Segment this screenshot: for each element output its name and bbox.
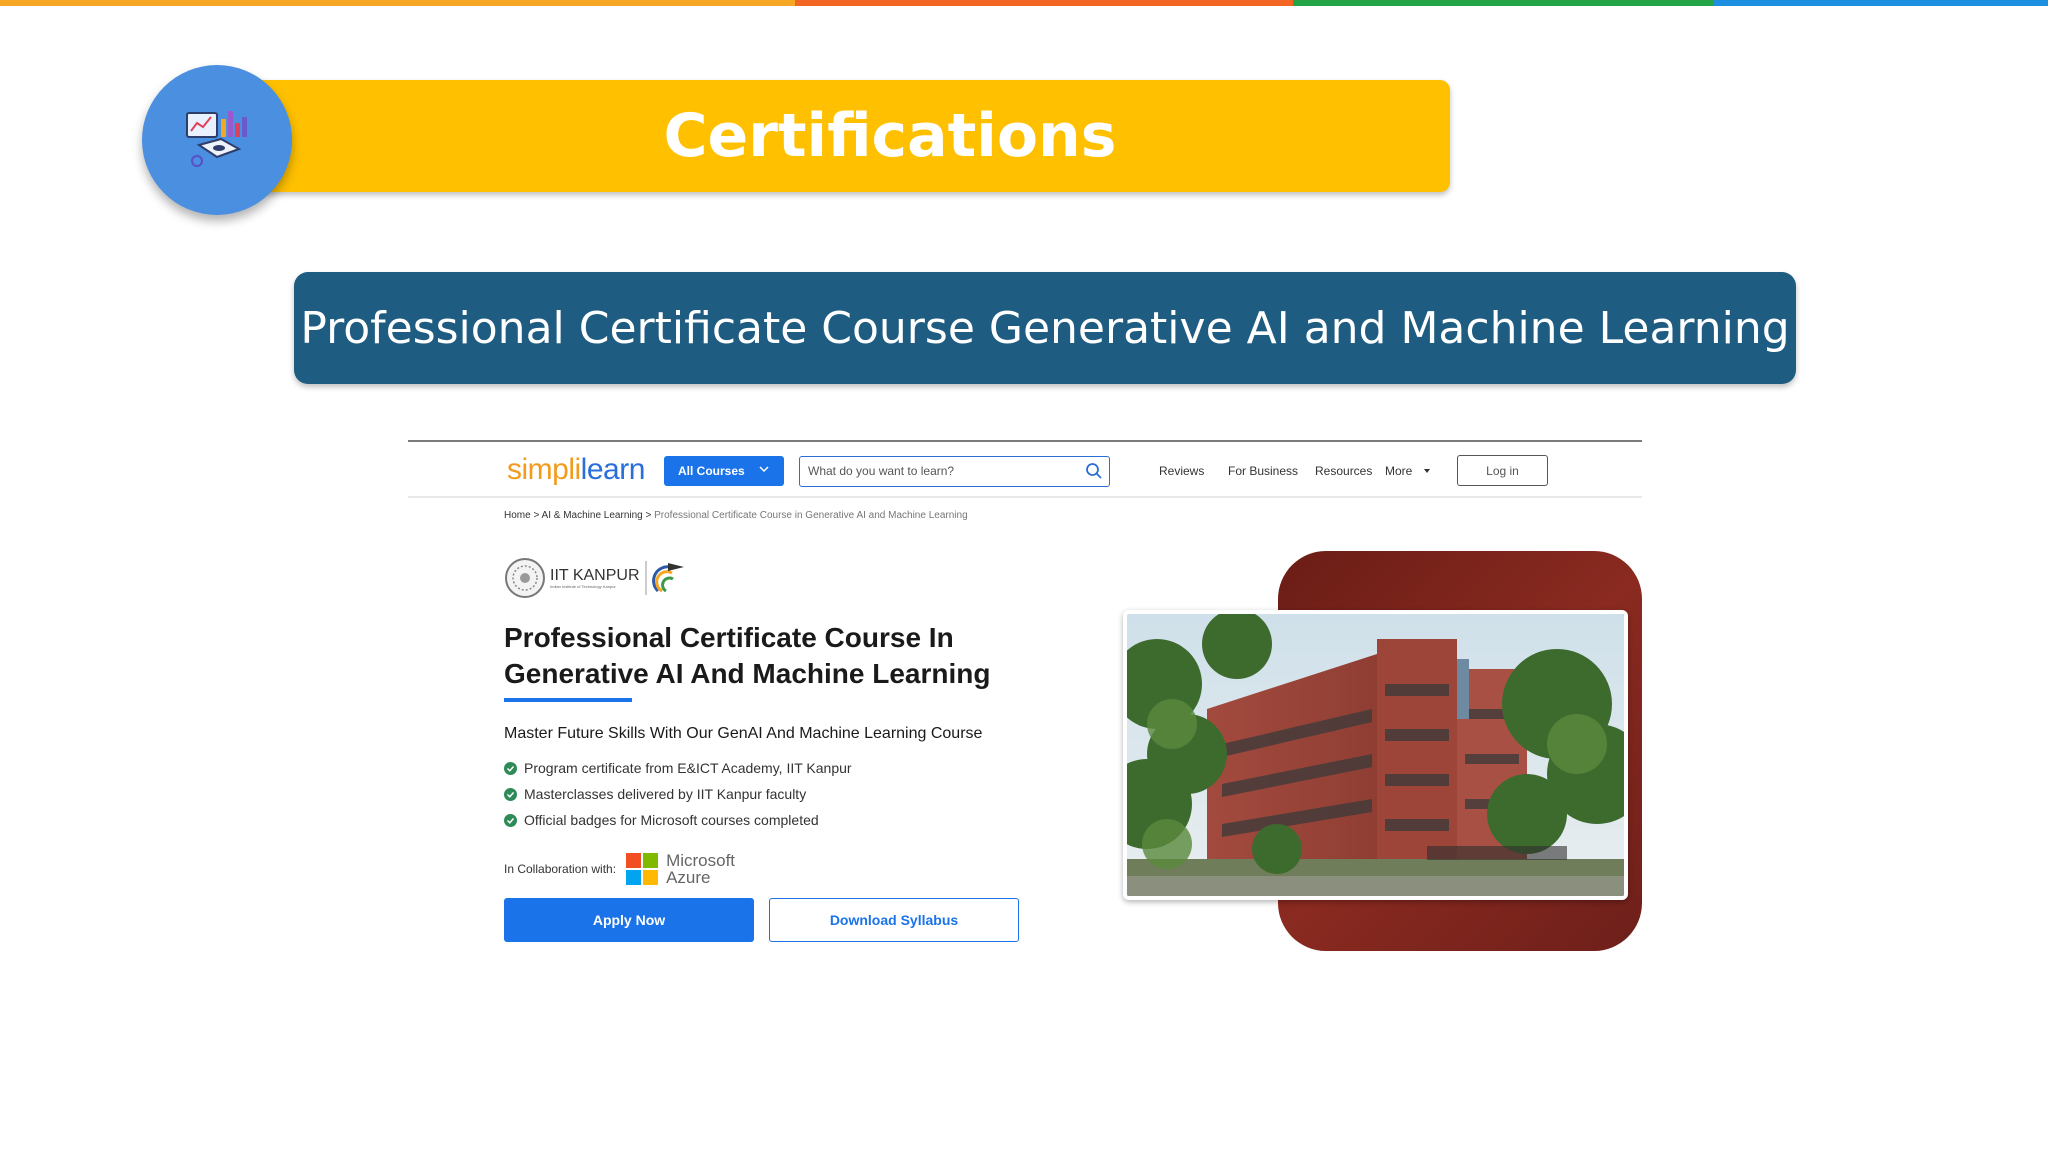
partner-line2: Azure bbox=[666, 868, 711, 887]
course-title: Professional Certificate Course In Gener… bbox=[504, 622, 991, 689]
slide-title: Certifications bbox=[663, 101, 1117, 171]
campus-photo bbox=[1123, 610, 1628, 900]
all-courses-label: All Courses bbox=[678, 464, 745, 478]
feature-item: Masterclasses delivered by IIT Kanpur fa… bbox=[504, 786, 806, 802]
website-screenshot: simplilearn All Courses Reviews For Busi… bbox=[408, 440, 1642, 960]
stripe-segment-green bbox=[1293, 0, 1714, 6]
download-syllabus-button[interactable]: Download Syllabus bbox=[769, 898, 1019, 942]
nav-resources-link[interactable]: Resources bbox=[1315, 464, 1372, 478]
logo-text-part2: learn bbox=[580, 453, 646, 486]
search-icon[interactable] bbox=[1085, 462, 1103, 480]
check-circle-icon bbox=[504, 761, 517, 775]
collaboration-label: In Collaboration with: bbox=[504, 862, 617, 876]
nav-more-link[interactable]: More bbox=[1385, 464, 1432, 478]
simplilearn-logo[interactable]: simplilearn bbox=[507, 453, 645, 487]
eict-academy-icon bbox=[645, 561, 684, 595]
title-badge bbox=[142, 65, 292, 215]
microsoft-logo-icon bbox=[626, 853, 659, 885]
chevron-down-icon bbox=[759, 466, 769, 473]
microsoft-azure-wordmark: Microsoft Azure bbox=[666, 852, 735, 886]
check-circle-icon bbox=[504, 787, 517, 801]
nav-for-business-link[interactable]: For Business bbox=[1228, 464, 1298, 478]
stripe-segment-orange bbox=[0, 0, 795, 6]
download-syllabus-label: Download Syllabus bbox=[829, 912, 959, 928]
analytics-dashboard-icon bbox=[186, 111, 247, 167]
apply-now-button[interactable]: Apply Now bbox=[504, 898, 754, 942]
breadcrumb-separator: > bbox=[533, 510, 540, 521]
breadcrumb: Home > AI & Machine Learning > Professio… bbox=[504, 510, 968, 521]
search-box bbox=[799, 456, 1110, 487]
breadcrumb-home[interactable]: Home bbox=[504, 510, 531, 521]
iit-kanpur-logo: IIT KANPUR Indian Institute of Technolog… bbox=[504, 557, 688, 599]
top-color-stripe bbox=[0, 0, 2048, 6]
feature-text: Masterclasses delivered by IIT Kanpur fa… bbox=[524, 786, 807, 802]
breadcrumb-separator: > bbox=[645, 510, 652, 521]
site-header: simplilearn All Courses Reviews For Busi… bbox=[408, 440, 1642, 498]
course-name-banner: Professional Certificate Course Generati… bbox=[294, 272, 1796, 384]
feature-item: Program certificate from E&ICT Academy, … bbox=[504, 760, 852, 776]
slide-title-banner: Certifications bbox=[250, 80, 1450, 192]
stripe-segment-red bbox=[795, 0, 1293, 6]
all-courses-button[interactable]: All Courses bbox=[664, 456, 784, 486]
nav-reviews-link[interactable]: Reviews bbox=[1159, 464, 1204, 478]
breadcrumb-category[interactable]: AI & Machine Learning bbox=[542, 510, 643, 521]
collaboration-row: In Collaboration with: Microsoft Azure bbox=[504, 852, 735, 886]
partner-name: IIT KANPUR bbox=[550, 566, 640, 584]
feature-text: Program certificate from E&ICT Academy, … bbox=[524, 760, 852, 776]
search-input[interactable] bbox=[800, 457, 1070, 484]
login-button[interactable]: Log in bbox=[1457, 455, 1548, 486]
title-underline bbox=[504, 698, 632, 702]
nav-more-label: More bbox=[1385, 464, 1413, 478]
feature-item: Official badges for Microsoft courses co… bbox=[504, 812, 819, 828]
partner-subtitle: Indian Institute of Technology Kanpur bbox=[550, 583, 616, 589]
breadcrumb-current: Professional Certificate Course in Gener… bbox=[654, 510, 968, 521]
course-name: Professional Certificate Course Generati… bbox=[300, 302, 1790, 354]
iit-kanpur-seal-icon bbox=[505, 558, 545, 598]
apply-now-label: Apply Now bbox=[592, 912, 666, 928]
feature-text: Official badges for Microsoft courses co… bbox=[524, 812, 819, 828]
logo-text-part1: simpli bbox=[507, 453, 581, 486]
stripe-segment-blue bbox=[1714, 0, 2048, 6]
course-subtitle: Master Future Skills With Our GenAI And … bbox=[504, 725, 983, 742]
login-label: Log in bbox=[1486, 463, 1519, 478]
caret-down-icon bbox=[1423, 469, 1430, 473]
partner-line1: Microsoft bbox=[666, 851, 736, 870]
check-circle-icon bbox=[504, 813, 517, 827]
